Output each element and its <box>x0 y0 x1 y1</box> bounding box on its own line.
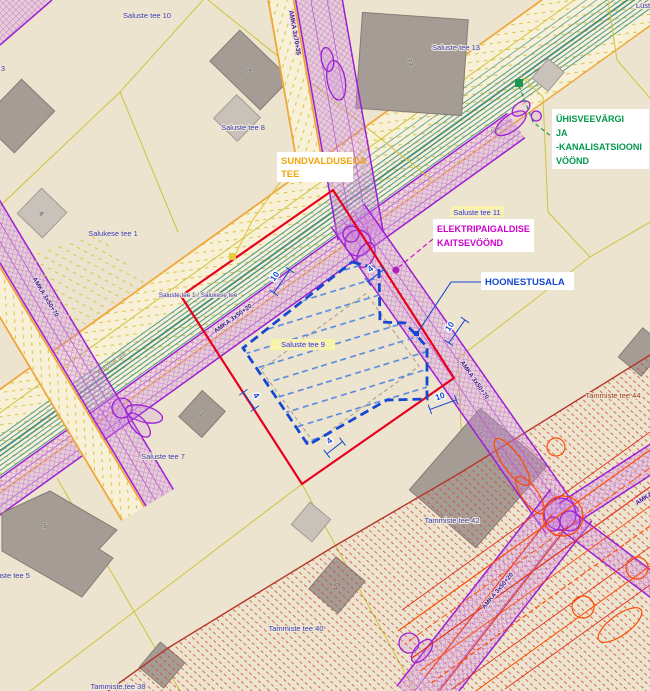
callout-text: VÖÖND <box>556 156 590 166</box>
callout-text: TEE <box>281 169 299 180</box>
sundvaldus-marker-icon <box>229 253 236 260</box>
building-number: 5 <box>43 523 47 530</box>
planning-map-canvas: 8 13 4 7 5 40 42 <box>0 0 650 691</box>
parcel-label: Tammiste tee 42 <box>424 516 479 525</box>
callout-uhisveevargi: ÜHISVEEVÄRGI JA -KANALISATSIOONI VÖÖND <box>552 109 649 169</box>
parcel-label: Saluste tee 7 <box>141 452 185 461</box>
callout-text: SUNDVALDUSEGA <box>281 156 367 167</box>
parcel-label: Saluste tee 13 <box>432 43 480 52</box>
parcel-label: Saluste tee 10 <box>123 11 171 20</box>
callout-text: JA <box>556 128 568 138</box>
parcel-label: 3 <box>1 64 5 73</box>
parcel-label: Saluste tee 8 <box>221 123 265 132</box>
parcel-label: Tammiste tee 38 <box>90 682 145 691</box>
parcel-label: Tammiste tee 44 <box>585 391 640 400</box>
electric-marker-icon <box>393 267 400 274</box>
parcel-label: Saluste tee 11 <box>453 208 500 217</box>
parcel-label: Tammiste tee 40 <box>268 624 323 633</box>
parcel-label: Saluste tee 9 <box>281 340 325 349</box>
parcel-label: Saluste tee 5 <box>0 571 30 580</box>
parcel-label: Saluste tee 1 / Salukese tee <box>159 292 238 299</box>
callout-text: HOONESTUSALA <box>485 277 565 288</box>
callout-text: KAITSEVÖÖND <box>437 238 504 248</box>
callout-elektripaigaldise: ELEKTRIPAIGALDISE KAITSEVÖÖND <box>433 219 534 252</box>
callout-text: -KANALISATSIOONI <box>556 142 642 152</box>
hoonestusala-marker-icon <box>414 331 419 336</box>
map-viewport: 8 13 4 7 5 40 42 <box>0 0 650 691</box>
parcel-label: Lüst <box>636 1 650 10</box>
callout-hoonestusala: HOONESTUSALA <box>481 272 574 290</box>
callout-text: ELEKTRIPAIGALDISE <box>437 224 530 234</box>
parcel-label: Salukese tee 1 <box>88 229 138 238</box>
water-marker-icon <box>515 79 523 87</box>
callout-text: ÜHISVEEVÄRGI <box>556 114 624 124</box>
